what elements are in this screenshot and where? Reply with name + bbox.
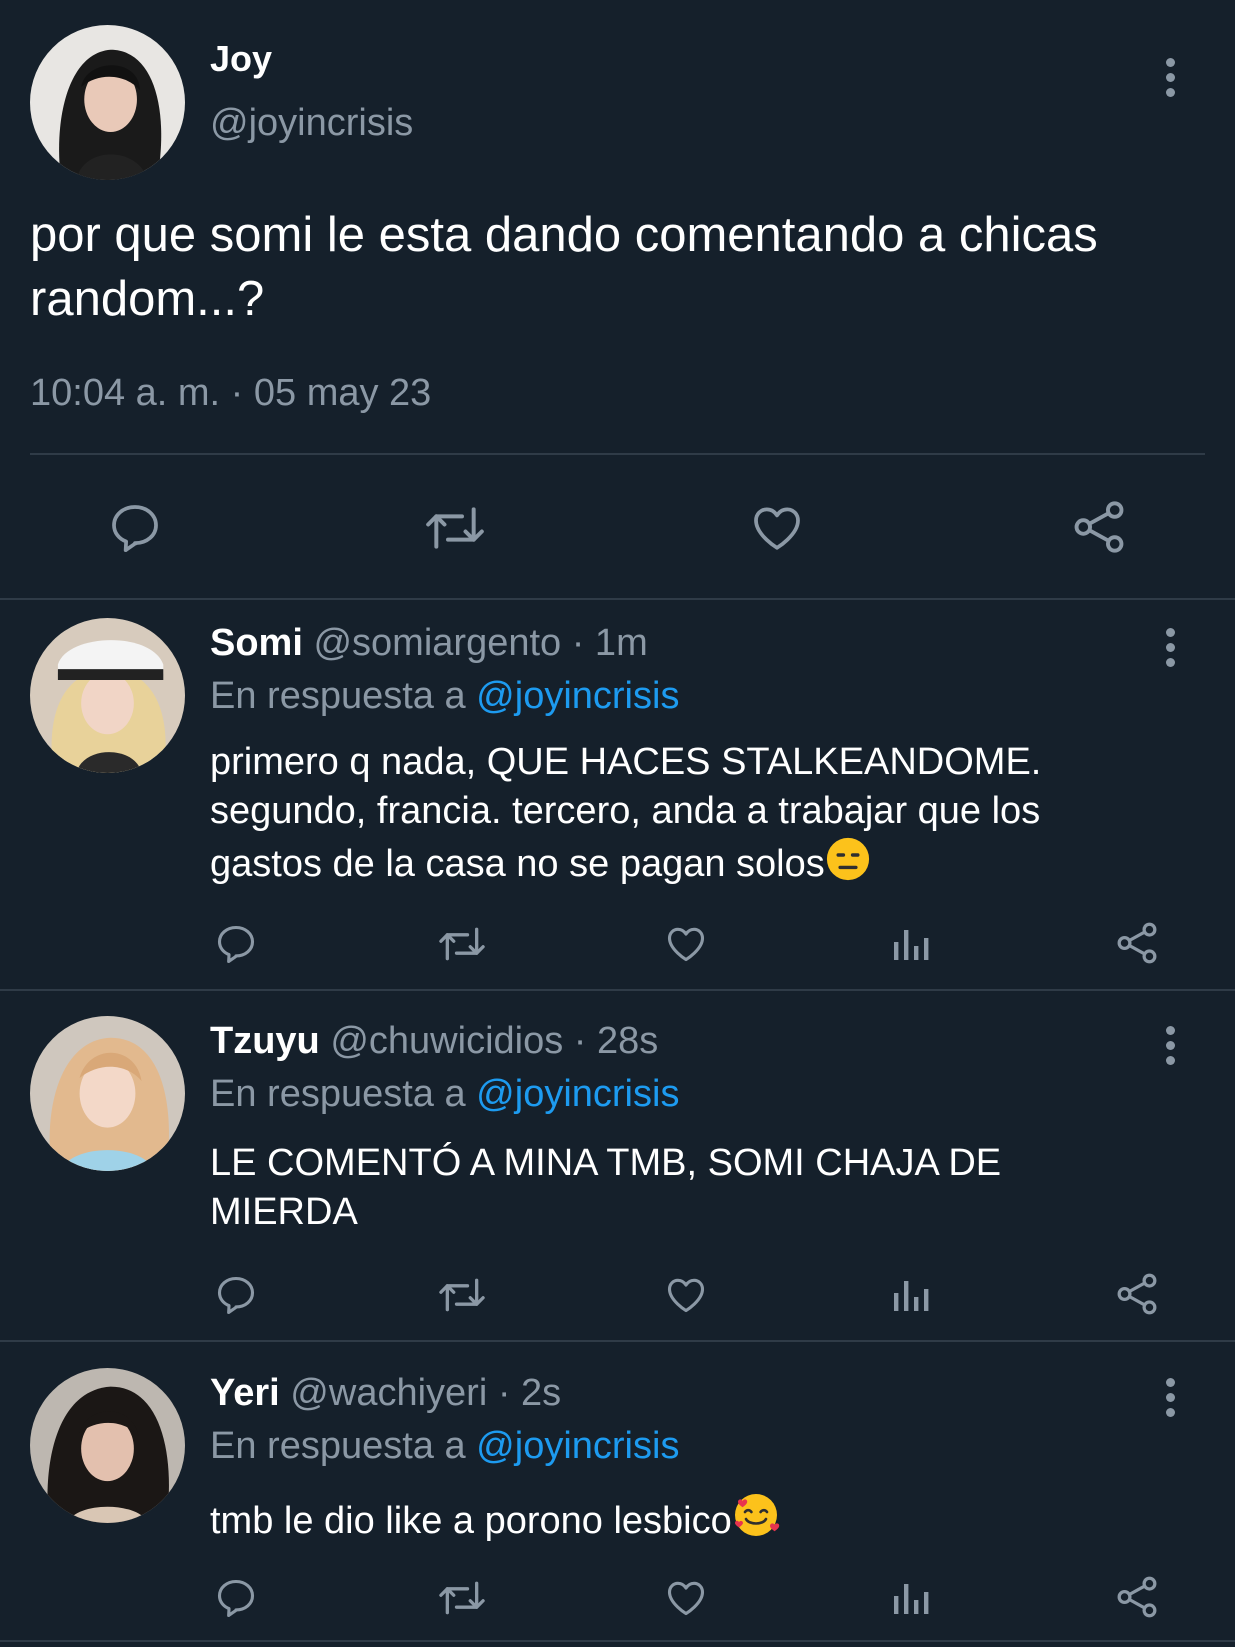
reply-context: En respuesta a @joyincrisis [210, 675, 679, 718]
reply-text-segment: gastos de la casa no se pagan solos [210, 843, 825, 885]
reply-time: · 2s [497, 1372, 562, 1414]
mention-link[interactable]: @joyincrisis [476, 675, 679, 717]
mention-link[interactable]: @joyincrisis [476, 1073, 679, 1115]
reply-text: primero q nada, QUE HACES STALKEANDOME. … [210, 738, 1041, 895]
author-name[interactable]: Somi [210, 622, 303, 664]
retweet-icon[interactable] [420, 500, 490, 556]
like-icon[interactable] [664, 1273, 708, 1317]
reply-prefix: En respuesta a [210, 1425, 466, 1467]
divider [0, 989, 1235, 991]
retweet-icon[interactable] [436, 1576, 488, 1620]
author-handle[interactable]: @chuwicidios [330, 1020, 563, 1062]
more-icon[interactable] [1166, 628, 1178, 673]
reply-text-line: gastos de la casa no se pagan solos [210, 836, 1041, 895]
reply-text: LE COMENTÓ A MINA TMB, SOMI CHAJA DE MIE… [210, 1139, 1001, 1237]
expressionless-face-icon [825, 836, 871, 895]
reply-header: Tzuyu @chuwicidios · 28s [210, 1020, 658, 1063]
tweet-text: por que somi le esta dando comentando a … [30, 203, 1098, 331]
reply-header: Somi @somiargento · 1m [210, 622, 648, 665]
divider [0, 1640, 1235, 1642]
author-name[interactable]: Tzuyu [210, 1020, 320, 1062]
reply-prefix: En respuesta a [210, 675, 466, 717]
like-icon[interactable] [664, 1576, 708, 1620]
reply-icon[interactable] [214, 922, 258, 966]
reply-text-line: LE COMENTÓ A MINA TMB, SOMI CHAJA DE [210, 1142, 1002, 1184]
tweet-timestamp[interactable]: 10:04 a. m. · 05 may 23 [30, 372, 431, 415]
reply-text: tmb le dio like a porono lesbico [210, 1491, 780, 1552]
tweet-text-line: por que somi le esta dando comentando a … [30, 208, 1098, 262]
reply-time: · 28s [573, 1020, 659, 1062]
views-icon[interactable] [890, 1275, 930, 1315]
reply-icon[interactable] [214, 1273, 258, 1317]
reply-header: Yeri @wachiyeri · 2s [210, 1372, 561, 1415]
tweet-text-line: random...? [30, 272, 265, 326]
avatar[interactable] [30, 1016, 185, 1171]
avatar[interactable] [30, 25, 185, 180]
more-icon[interactable] [1166, 1026, 1178, 1071]
views-icon[interactable] [890, 1578, 930, 1618]
avatar[interactable] [30, 1368, 185, 1523]
reply-text-line: primero q nada, QUE HACES STALKEANDOME. [210, 741, 1042, 783]
more-icon[interactable] [1166, 1378, 1178, 1423]
author-handle[interactable]: @wachiyeri [290, 1372, 487, 1414]
share-icon[interactable] [1114, 920, 1160, 966]
reply-context: En respuesta a @joyincrisis [210, 1073, 679, 1116]
reply-icon[interactable] [214, 1576, 258, 1620]
author-handle[interactable]: @joyincrisis [210, 102, 413, 145]
mention-link[interactable]: @joyincrisis [476, 1425, 679, 1467]
reply-context: En respuesta a @joyincrisis [210, 1425, 679, 1468]
share-icon[interactable] [1114, 1574, 1160, 1620]
author-name[interactable]: Joy [210, 38, 272, 80]
share-icon[interactable] [1070, 498, 1128, 556]
retweet-icon[interactable] [436, 922, 488, 966]
author-name[interactable]: Yeri [210, 1372, 280, 1414]
like-icon[interactable] [664, 922, 708, 966]
reply-time: · 1m [571, 622, 648, 664]
reply-text-line: segundo, francia. tercero, anda a trabaj… [210, 790, 1041, 832]
retweet-icon[interactable] [436, 1273, 488, 1317]
smiling-face-with-hearts-icon [732, 1491, 780, 1552]
divider [0, 598, 1235, 600]
reply-prefix: En respuesta a [210, 1073, 466, 1115]
author-handle[interactable]: @somiargento [313, 622, 561, 664]
avatar[interactable] [30, 618, 185, 773]
views-icon[interactable] [890, 924, 930, 964]
like-icon[interactable] [748, 500, 806, 556]
divider [0, 1340, 1235, 1342]
reply-icon[interactable] [106, 500, 164, 556]
more-icon[interactable] [1166, 58, 1178, 103]
share-icon[interactable] [1114, 1271, 1160, 1317]
reply-text-line: MIERDA [210, 1191, 358, 1233]
divider [30, 453, 1205, 455]
reply-text-line: tmb le dio like a porono lesbico [210, 1500, 732, 1542]
